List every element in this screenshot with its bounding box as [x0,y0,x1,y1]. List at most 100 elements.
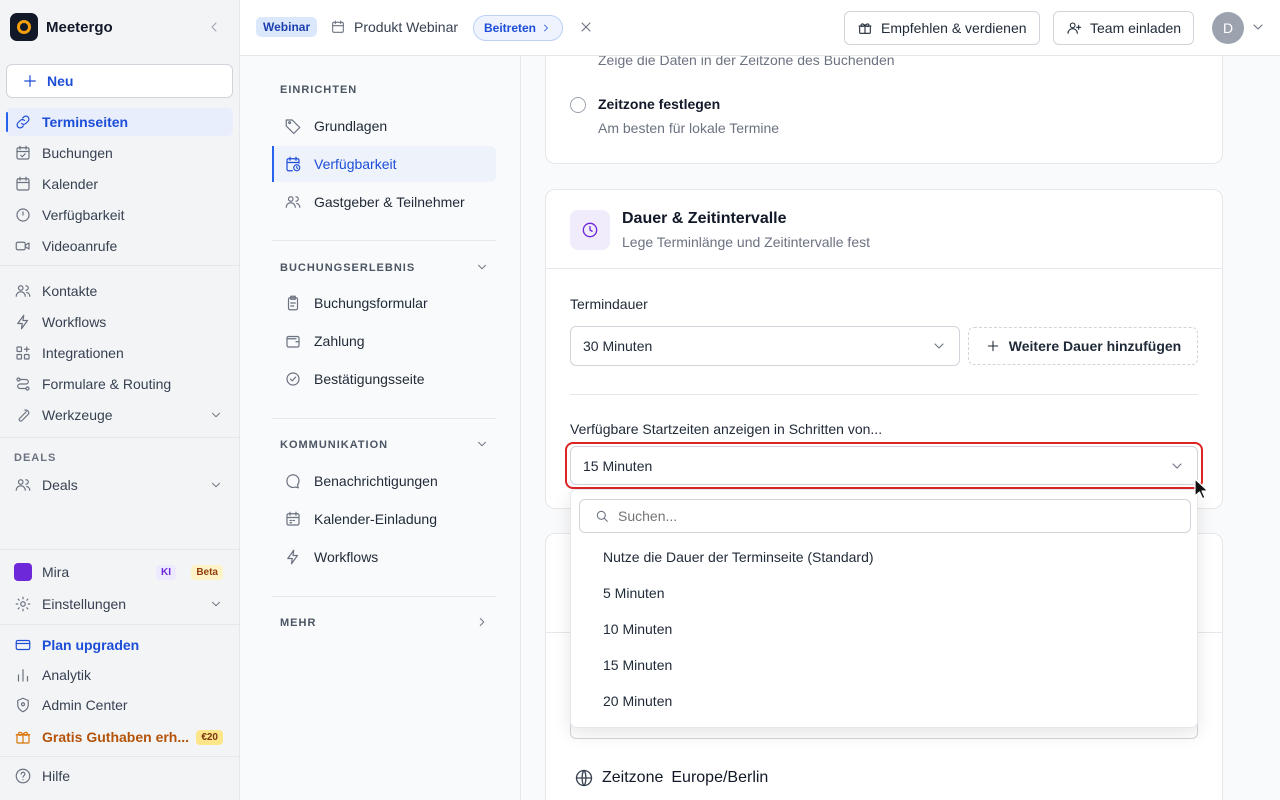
fixed-timezone-description: Am besten für lokale Termine [598,120,780,136]
sidebar-item-deals[interactable]: Deals [6,471,233,499]
setup-section-heading: EINRICHTEN [280,84,358,96]
chevron-right-icon [544,24,548,32]
sidebar-item-hilfe[interactable]: Hilfe [6,762,233,790]
bolt-icon [287,549,299,565]
sidebar-item-label: Admin Center [42,697,128,713]
settings-nav-divider [272,240,496,241]
duration-card: Dauer & Zeitintervalle Lege Terminlänge … [545,189,1223,509]
chevron-down-icon[interactable] [1250,19,1266,35]
settings-nav-verfuegbarkeit[interactable]: Verfügbarkeit [272,146,496,182]
users-icon [285,196,301,208]
duration-card-title: Dauer & Zeitintervalle [622,210,787,227]
sidebar-item-label: Videoanrufe [42,238,118,254]
sidebar-item-label: Werkzeuge [42,407,113,423]
settings-nav-zahlung[interactable]: Zahlung [272,323,496,359]
invite-team-button[interactable]: Team einladen [1053,11,1195,45]
settings-nav-label: Workflows [314,549,379,565]
sidebar-item-plan-upgraden[interactable]: Plan upgraden [6,631,233,659]
sidebar-item-verfuegbarkeit[interactable]: Verfügbarkeit [6,201,233,229]
add-duration-button[interactable]: Weitere Dauer hinzufügen [968,327,1198,365]
sidebar-item-gratis-guthaben[interactable]: Gratis Guthaben erh... €20 [6,723,233,751]
sidebar-item-label: Einstellungen [42,596,127,612]
collapse-sidebar-icon[interactable] [206,19,222,35]
sidebar-item-mira[interactable]: Mira KI Beta [6,558,233,586]
sidebar-item-formulare-routing[interactable]: Formulare & Routing [6,370,233,398]
timezone-row[interactable]: Zeitzone Europe/Berlin [574,768,768,788]
settings-nav-label: Bestätigungsseite [314,371,425,387]
plus-icon [987,340,998,352]
dropdown-option[interactable]: Nutze die Dauer der Terminseite (Standar… [603,549,874,565]
sidebar-item-admin-center[interactable]: Admin Center [6,691,233,719]
settings-nav-gastgeber[interactable]: Gastgeber & Teilnehmer [272,184,496,220]
sidebar-item-kalender[interactable]: Kalender [6,170,233,198]
chevron-down-icon [212,601,220,607]
chevron-down-icon [1172,463,1182,469]
settings-nav-grundlagen[interactable]: Grundlagen [272,108,496,144]
calendar-icon [330,19,346,35]
dropdown-search-field[interactable] [579,499,1191,533]
shield-icon [17,697,29,713]
settings-nav-divider [272,596,496,597]
settings-nav-buchungsformular[interactable]: Buchungsformular [272,285,496,321]
sidebar-item-kontakte[interactable]: Kontakte [6,277,233,305]
sidebar-divider [0,549,239,550]
interval-dropdown: Nutze die Dauer der Terminseite (Standar… [570,489,1198,728]
sidebar-item-label: Formulare & Routing [42,376,172,392]
sidebar-item-workflows[interactable]: Workflows [6,308,233,336]
sidebar-item-label: Integrationen [42,345,124,361]
settings-nav-bestaetigungsseite[interactable]: Bestätigungsseite [272,361,496,397]
sidebar-item-label: Mira [42,564,70,580]
booking-section-label: BUCHUNGSERLEBNIS [280,262,416,274]
topbar: Webinar Produkt Webinar Beitreten Empfeh… [240,0,1280,56]
settings-nav-kalender-einladung[interactable]: Kalender-Einladung [272,501,496,537]
duration-select[interactable]: 30 Minuten [570,326,960,366]
bolt-icon [17,314,29,330]
dropdown-search-input[interactable] [618,508,1178,524]
brand[interactable]: Meetergo [10,13,113,41]
booker-timezone-description: Zeige die Daten in der Zeitzone des Buch… [598,56,895,68]
dropdown-option[interactable]: 5 Minuten [603,585,664,601]
clock-icon [570,210,610,250]
settings-nav-benachrichtigungen[interactable]: Benachrichtigungen [272,463,496,499]
sidebar-divider [0,624,239,625]
sidebar-item-label: Verfügbarkeit [42,207,125,223]
sidebar-item-label: Buchungen [42,145,113,161]
dropdown-option[interactable]: 15 Minuten [603,657,672,673]
settings-nav: EINRICHTEN Grundlagen Verfügbarkeit Gast… [240,56,521,800]
route-icon [16,377,30,391]
interval-select[interactable]: 15 Minuten [570,446,1198,485]
more-section-heading[interactable]: MEHR [280,617,485,629]
credit-card-icon [15,639,31,651]
close-icon[interactable] [578,19,594,35]
field-divider [570,394,1198,395]
recommend-earn-label: Empfehlen & verdienen [881,20,1027,36]
communication-section-heading[interactable]: KOMMUNIKATION [280,439,486,451]
sidebar-item-einstellungen[interactable]: Einstellungen [6,590,233,618]
grid-plus-icon [16,346,30,360]
chevron-down-icon [478,264,486,270]
settings-nav-label: Gastgeber & Teilnehmer [314,194,465,210]
dropdown-option[interactable]: 10 Minuten [603,621,672,637]
join-button[interactable]: Beitreten [473,15,564,41]
sidebar: Meetergo Neu Terminseiten Buchungen Kale… [0,0,240,800]
check-circle-icon [286,372,300,386]
card-divider [546,268,1222,269]
new-button-label: Neu [47,73,74,89]
sidebar-item-integrationen[interactable]: Integrationen [6,339,233,367]
sidebar-item-buchungen[interactable]: Buchungen [6,139,233,167]
fixed-timezone-radio[interactable] [570,97,586,113]
search-icon [596,510,608,522]
sidebar-item-videoanrufe[interactable]: Videoanrufe [6,232,233,260]
dropdown-option[interactable]: 20 Minuten [603,693,672,709]
interval-select-value: 15 Minuten [583,457,653,474]
sidebar-item-analytik[interactable]: Analytik [6,661,233,689]
recommend-earn-button[interactable]: Empfehlen & verdienen [844,11,1040,45]
video-icon [15,241,30,251]
new-button[interactable]: Neu [6,64,233,98]
sidebar-item-werkzeuge[interactable]: Werkzeuge [6,401,233,429]
booking-section-heading[interactable]: BUCHUNGSERLEBNIS [280,262,486,274]
sidebar-item-terminseiten[interactable]: Terminseiten [6,108,233,136]
mouse-cursor-icon [1194,478,1210,500]
avatar[interactable]: D [1212,12,1244,44]
settings-nav-workflows[interactable]: Workflows [272,539,496,575]
